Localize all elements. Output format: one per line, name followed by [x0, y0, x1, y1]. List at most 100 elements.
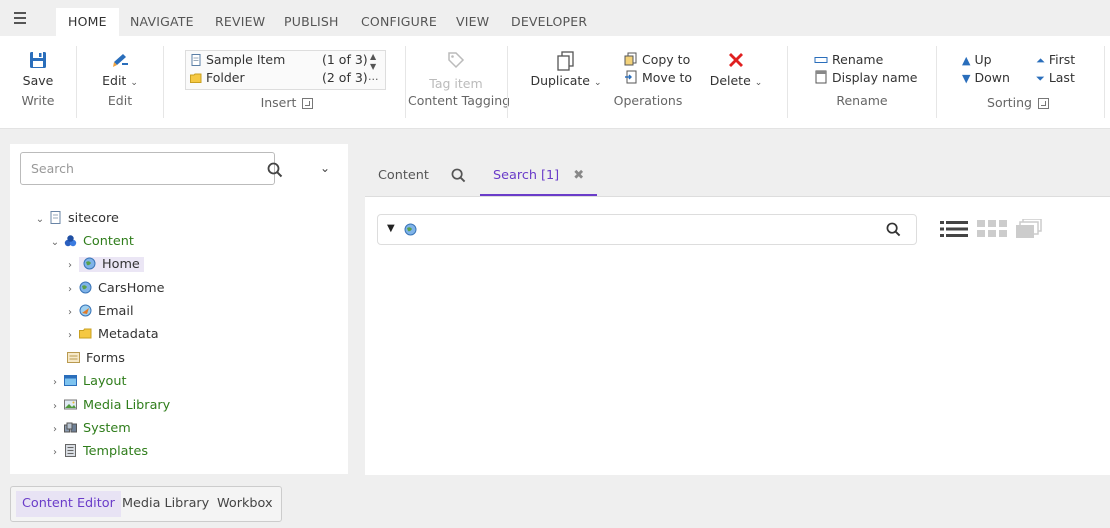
search-tab-icon[interactable] [451, 168, 466, 183]
collapsed-chevron-icon[interactable]: › [49, 442, 61, 464]
insert-item-folder[interactable]: Folder (2 of 3) [190, 70, 380, 88]
sort-first-label: First [1048, 52, 1076, 67]
ribbon-divider [507, 46, 508, 118]
layout-icon [64, 375, 77, 386]
tab-workbox[interactable]: Workbox [211, 491, 279, 517]
chevron-down-icon[interactable]: ⌄ [320, 161, 330, 175]
collapsed-chevron-icon[interactable]: › [49, 396, 61, 418]
ribbon-divider [405, 46, 406, 118]
tree-node-label: Metadata [98, 327, 159, 342]
tree-node-system[interactable]: › System [49, 418, 131, 440]
tree-node-content[interactable]: ⌄ Content [49, 231, 134, 253]
tab-content-editor[interactable]: Content Editor [16, 491, 121, 517]
expanded-chevron-icon[interactable]: ⌄ [34, 209, 46, 231]
sort-down-label: Down [974, 70, 1010, 85]
tag-item-label: Tag item [429, 76, 483, 91]
list-view-icon[interactable] [940, 220, 968, 238]
search-icon[interactable] [886, 222, 901, 237]
hamburger-menu-icon[interactable] [12, 10, 30, 26]
delete-button[interactable]: Delete ⌄ [706, 50, 766, 88]
expanded-chevron-icon[interactable]: ⌄ [49, 232, 61, 254]
collapsed-chevron-icon[interactable]: › [49, 419, 61, 441]
tag-icon [448, 52, 465, 69]
rename-button[interactable]: Rename [814, 52, 883, 67]
stacked-view-icon[interactable] [1016, 219, 1042, 239]
tree-node-label: Content [83, 234, 134, 249]
folder-icon [190, 73, 202, 83]
chevron-down-icon: ⌄ [754, 78, 763, 88]
chevron-down-icon: ▼ [962, 72, 971, 85]
save-label: Save [22, 73, 54, 88]
group-label-operations: Operations [613, 93, 683, 108]
ribbon-divider [76, 46, 77, 118]
group-label-insert: Insert [232, 95, 342, 110]
copy-to-button[interactable]: Copy to [624, 52, 690, 67]
display-name-button[interactable]: Display name [814, 70, 918, 85]
delete-label: Delete [709, 73, 751, 88]
more-options-icon[interactable]: ... [368, 71, 379, 83]
tree-node-email[interactable]: › Email [64, 301, 134, 323]
tree-node-label: Home [102, 257, 140, 272]
tree-node-label: Templates [83, 444, 149, 459]
globe-icon [83, 257, 96, 270]
tree-node-label: System [83, 421, 131, 436]
collapsed-chevron-icon[interactable]: › [64, 302, 76, 324]
content-icon [64, 235, 77, 247]
insert-item-sample-item[interactable]: Sample Item (1 of 3) [190, 52, 380, 70]
sort-last-label: Last [1048, 70, 1075, 85]
system-icon [64, 422, 77, 433]
insert-item-count: (1 of 3) [322, 52, 368, 67]
save-button[interactable]: Save [18, 50, 58, 88]
tree-node-forms[interactable]: ›Forms [64, 348, 125, 370]
duplicate-label: Duplicate [530, 73, 590, 88]
tree-node-metadata[interactable]: › Metadata [64, 324, 159, 346]
page-icon [50, 211, 61, 224]
tab-media-library[interactable]: Media Library [116, 491, 215, 517]
tab-home[interactable]: HOME [56, 8, 119, 36]
collapsed-chevron-icon[interactable]: › [64, 255, 76, 277]
tab-configure[interactable]: CONFIGURE [349, 8, 449, 36]
scroll-up-icon[interactable]: ▲ [370, 53, 376, 61]
sort-first-button[interactable]: ⏶ First [1036, 52, 1075, 68]
tree-node-layout[interactable]: › Layout [49, 371, 127, 393]
tree-node-sitecore[interactable]: ⌄ sitecore [34, 208, 119, 230]
search-icon[interactable] [267, 162, 283, 178]
filter-dropdown-icon[interactable]: ▼ [387, 223, 395, 234]
sort-down-button[interactable]: ▼ Down [962, 70, 1010, 85]
move-icon [625, 70, 637, 84]
edit-button[interactable]: Edit ⌄ [98, 50, 142, 88]
dialog-launcher-icon[interactable] [1037, 98, 1049, 109]
tab-publish[interactable]: PUBLISH [272, 8, 351, 36]
delete-x-icon [729, 53, 743, 67]
tree-node-media-library[interactable]: › Media Library [49, 395, 170, 417]
content-tree-panel: ⌄ ⌄ sitecore ⌄ Content › Home › CarsHome › Em… [10, 144, 348, 474]
dialog-launcher-icon[interactable] [302, 98, 314, 109]
sort-up-button[interactable]: ▲ Up [962, 52, 992, 67]
tab-review[interactable]: REVIEW [203, 8, 277, 36]
tree-node-carshome[interactable]: › CarsHome [64, 278, 165, 300]
rename-icon [814, 57, 828, 63]
tree-search-input[interactable] [20, 152, 275, 185]
tree-node-home[interactable]: › Home [64, 254, 144, 276]
search-query-bar[interactable]: ▼ [377, 214, 917, 245]
close-icon[interactable]: ✖ [573, 168, 584, 183]
collapsed-chevron-icon[interactable]: › [64, 325, 76, 347]
grid-view-icon[interactable] [977, 220, 1007, 238]
document-icon [191, 54, 201, 66]
tab-search-results[interactable]: Search [1] ✖ [480, 162, 598, 196]
tag-item-button[interactable]: Tag item [420, 50, 492, 91]
tab-content[interactable]: Content [378, 162, 429, 194]
application-switcher: Content Editor Media Library Workbox [10, 486, 282, 522]
tab-navigate[interactable]: NAVIGATE [118, 8, 206, 36]
collapsed-chevron-icon[interactable]: › [64, 279, 76, 301]
collapsed-chevron-icon[interactable]: › [49, 372, 61, 394]
display-name-label: Display name [832, 70, 918, 85]
duplicate-button[interactable]: Duplicate ⌄ [530, 50, 602, 88]
chevron-up-icon: ▲ [962, 54, 971, 67]
tab-view[interactable]: VIEW [444, 8, 501, 36]
tree-node-templates[interactable]: › Templates [49, 441, 148, 463]
tab-developer[interactable]: DEVELOPER [499, 8, 599, 36]
move-to-button[interactable]: Move to [624, 70, 692, 85]
sort-last-button[interactable]: ⏷ Last [1036, 70, 1075, 86]
tree-node-label: Media Library [83, 398, 171, 413]
